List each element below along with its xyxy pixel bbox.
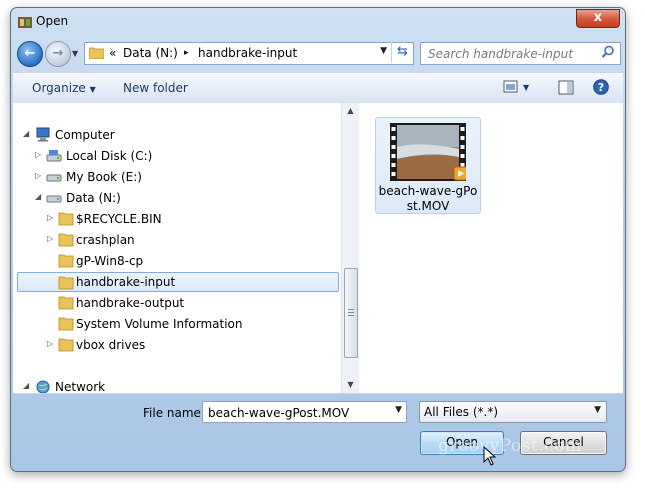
- chevron-down-icon: ▼: [89, 85, 96, 94]
- tree-item-crashplan[interactable]: ▷ crashplan: [13, 230, 339, 250]
- folder-icon: [58, 254, 74, 268]
- breadcrumb-current-folder[interactable]: handbrake-input: [198, 46, 297, 60]
- file-name-line-2: st.MOV: [406, 199, 450, 213]
- tree-item-label: handbrake-output: [76, 296, 185, 310]
- back-button[interactable]: ←: [17, 41, 43, 67]
- content-area: ◢ Computer ▷ Local Disk (C:) ▷ My Book (…: [13, 103, 623, 394]
- tree-item-label: gP-Win8-cp: [76, 254, 144, 268]
- tree-item-label: handbrake-input: [76, 275, 176, 289]
- tree-item-gp-win8-cp[interactable]: gP-Win8-cp: [13, 251, 339, 271]
- file-name-line-1: beach-wave-gPo: [378, 184, 478, 198]
- folder-icon: [58, 276, 74, 290]
- file-list[interactable]: beach-wave-gPo st.MOV: [359, 103, 623, 393]
- view-options-icon[interactable]: [503, 80, 519, 94]
- file-type-value: All Files (*.*): [424, 405, 499, 419]
- tree-item-label: Local Disk (C:): [66, 149, 153, 163]
- view-options-dropdown-icon[interactable]: ▼: [523, 83, 529, 92]
- expand-icon[interactable]: ◢: [23, 129, 29, 138]
- navigation-tree[interactable]: ◢ Computer ▷ Local Disk (C:) ▷ My Book (…: [13, 103, 341, 393]
- expand-icon[interactable]: ▷: [35, 150, 41, 159]
- help-icon[interactable]: ?: [593, 79, 609, 95]
- open-dialog: Open x ← → ▼ « Data (N:) ▸ handbrake-inp…: [10, 7, 626, 472]
- window-title: Open: [36, 14, 69, 28]
- file-name-label: File name:: [143, 406, 205, 420]
- refresh-icon: ⇆: [397, 44, 408, 59]
- file-name-input[interactable]: [206, 404, 385, 421]
- tree-item-label: vbox drives: [76, 338, 146, 352]
- folder-icon: [58, 338, 74, 352]
- tree-item-system-volume-information[interactable]: System Volume Information: [13, 314, 339, 334]
- tree-item-label: Network: [55, 380, 106, 393]
- tree-item-vbox-drives[interactable]: ▷ vbox drives: [13, 335, 339, 355]
- expand-icon[interactable]: ▷: [35, 171, 41, 180]
- scrollbar-thumb[interactable]: [344, 268, 358, 358]
- tree-item-label: Data (N:): [66, 191, 121, 205]
- expand-icon[interactable]: ▷: [47, 213, 53, 222]
- forward-arrow-icon: →: [52, 46, 64, 61]
- tree-item-data-n[interactable]: ◢ Data (N:): [13, 188, 339, 208]
- tree-item-recycle-bin[interactable]: ▷ $RECYCLE.BIN: [13, 209, 339, 229]
- chevron-down-icon[interactable]: ▼: [395, 405, 402, 415]
- address-overflow[interactable]: «: [109, 46, 116, 60]
- scroll-down-icon[interactable]: ▼: [342, 377, 359, 393]
- tree-item-label: crashplan: [76, 233, 135, 247]
- tree-item-network[interactable]: ◢ Network: [13, 377, 339, 393]
- address-dropdown-icon[interactable]: ▼: [380, 46, 387, 56]
- close-button[interactable]: x: [576, 9, 620, 28]
- tree-item-label: $RECYCLE.BIN: [76, 212, 162, 226]
- organize-label: Organize: [32, 81, 86, 95]
- drive-icon: [46, 195, 62, 203]
- recent-locations-dropdown[interactable]: ▼: [72, 49, 81, 58]
- file-name-combobox[interactable]: ▼: [202, 401, 407, 423]
- search-box[interactable]: [420, 42, 621, 65]
- expand-icon[interactable]: ◢: [35, 192, 41, 201]
- expand-icon[interactable]: ▷: [47, 234, 53, 243]
- title-bar[interactable]: Open x: [11, 8, 625, 36]
- app-icon: [18, 17, 32, 28]
- back-arrow-icon: ←: [24, 46, 36, 61]
- file-item[interactable]: beach-wave-gPo st.MOV: [375, 117, 481, 214]
- search-icon[interactable]: [601, 45, 615, 59]
- scroll-up-icon[interactable]: ▲: [342, 103, 359, 119]
- organize-button[interactable]: Organize ▼: [32, 81, 96, 95]
- file-type-select[interactable]: All Files (*.*) ▼: [419, 401, 607, 423]
- file-name-label: beach-wave-gPo st.MOV: [376, 184, 480, 214]
- forward-button[interactable]: →: [45, 41, 71, 67]
- drive-icon: [46, 150, 62, 162]
- expand-icon[interactable]: ◢: [23, 381, 29, 390]
- tree-item-computer[interactable]: ◢ Computer: [13, 125, 339, 145]
- tree-item-handbrake-output[interactable]: handbrake-output: [13, 293, 339, 313]
- folder-icon: [58, 233, 74, 247]
- chevron-down-icon: ▼: [594, 405, 601, 415]
- tree-item-label: Computer: [55, 128, 115, 142]
- address-bar[interactable]: « Data (N:) ▸ handbrake-input ▼: [84, 42, 414, 65]
- command-toolbar: Organize ▼ New folder ▼ ?: [13, 72, 623, 104]
- network-icon: [36, 380, 50, 393]
- tree-item-handbrake-input[interactable]: handbrake-input: [17, 272, 339, 292]
- folder-icon: [58, 296, 74, 310]
- tree-item-label: System Volume Information: [76, 317, 243, 331]
- drive-icon: [46, 174, 62, 182]
- watermark-text: groovyPost.com: [438, 436, 582, 456]
- breadcrumb-separator[interactable]: ▸: [184, 48, 189, 58]
- folder-icon: [58, 212, 74, 226]
- breadcrumb-data-drive[interactable]: Data (N:): [123, 46, 178, 60]
- tree-scrollbar[interactable]: ▲ ▼: [341, 103, 359, 393]
- tree-item-my-book-e[interactable]: ▷ My Book (E:): [13, 167, 339, 187]
- svg-text:?: ?: [598, 81, 604, 94]
- video-thumbnail-icon: [390, 123, 466, 181]
- new-folder-button[interactable]: New folder: [123, 81, 188, 95]
- folder-icon: [89, 47, 104, 59]
- computer-icon: [36, 127, 50, 142]
- mouse-cursor-icon: [483, 446, 497, 466]
- expand-icon[interactable]: ▷: [47, 339, 53, 348]
- folder-icon: [58, 317, 74, 331]
- search-input[interactable]: [426, 45, 595, 63]
- tree-item-local-disk-c[interactable]: ▷ Local Disk (C:): [13, 146, 339, 166]
- refresh-button[interactable]: ⇆: [391, 42, 413, 63]
- preview-pane-icon[interactable]: [558, 80, 574, 95]
- tree-item-label: My Book (E:): [66, 170, 142, 184]
